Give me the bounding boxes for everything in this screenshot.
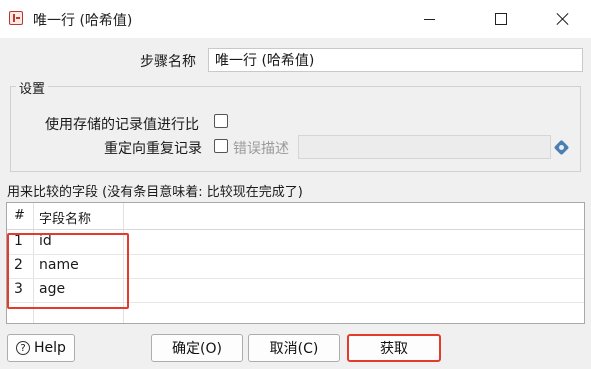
row-number: 2 (14, 257, 23, 273)
use-stored-checkbox[interactable] (214, 114, 228, 128)
minimize-button[interactable] (406, 0, 452, 38)
table-row[interactable]: 2 name (7, 254, 584, 279)
table-row[interactable]: 3 age (7, 278, 584, 303)
table-row-empty[interactable] (7, 302, 584, 323)
row-number: 1 (14, 233, 23, 249)
column-header-number[interactable]: # (14, 208, 25, 223)
settings-group-title: 设置 (16, 78, 49, 97)
field-name-cell[interactable]: age (39, 281, 65, 297)
error-desc-input[interactable] (298, 135, 551, 159)
column-header-field-name[interactable]: 字段名称 (39, 208, 91, 227)
step-name-label: 步骤名称 (140, 54, 196, 70)
fields-caption: 用来比较的字段 (没有条目意味着: 比较现在完成了) (7, 185, 303, 200)
field-name-cell[interactable]: id (39, 233, 52, 249)
use-stored-label: 使用存储的记录值进行比 (45, 117, 199, 133)
get-fields-button[interactable]: 获取 (347, 334, 441, 362)
redirect-label: 重定向重复记录 (104, 141, 202, 157)
minimize-icon (423, 18, 435, 20)
row-number: 3 (14, 281, 23, 297)
maximize-icon (495, 13, 507, 25)
table-header: # 字段名称 (7, 203, 584, 230)
error-desc-label: 错误描述 (233, 141, 289, 157)
help-button-label: Help (34, 340, 66, 356)
fields-table[interactable]: # 字段名称 1 id 2 name 3 age (6, 202, 585, 324)
ok-button[interactable]: 确定(O) (151, 334, 243, 362)
redirect-checkbox[interactable] (214, 139, 228, 153)
step-name-input[interactable]: 唯一行 (哈希值) (208, 48, 583, 72)
close-button[interactable] (540, 0, 586, 38)
title-bar: 唯一行 (哈希值) (0, 0, 591, 38)
maximize-button[interactable] (478, 0, 524, 38)
window-title: 唯一行 (哈希值) (33, 13, 133, 29)
close-icon (557, 13, 569, 25)
cancel-button[interactable]: 取消(C) (248, 334, 340, 362)
help-icon: ? (16, 341, 31, 355)
table-row[interactable]: 1 id (7, 230, 584, 255)
field-name-cell[interactable]: name (39, 257, 79, 273)
help-button[interactable]: ? Help (7, 334, 75, 362)
app-icon (9, 11, 23, 25)
